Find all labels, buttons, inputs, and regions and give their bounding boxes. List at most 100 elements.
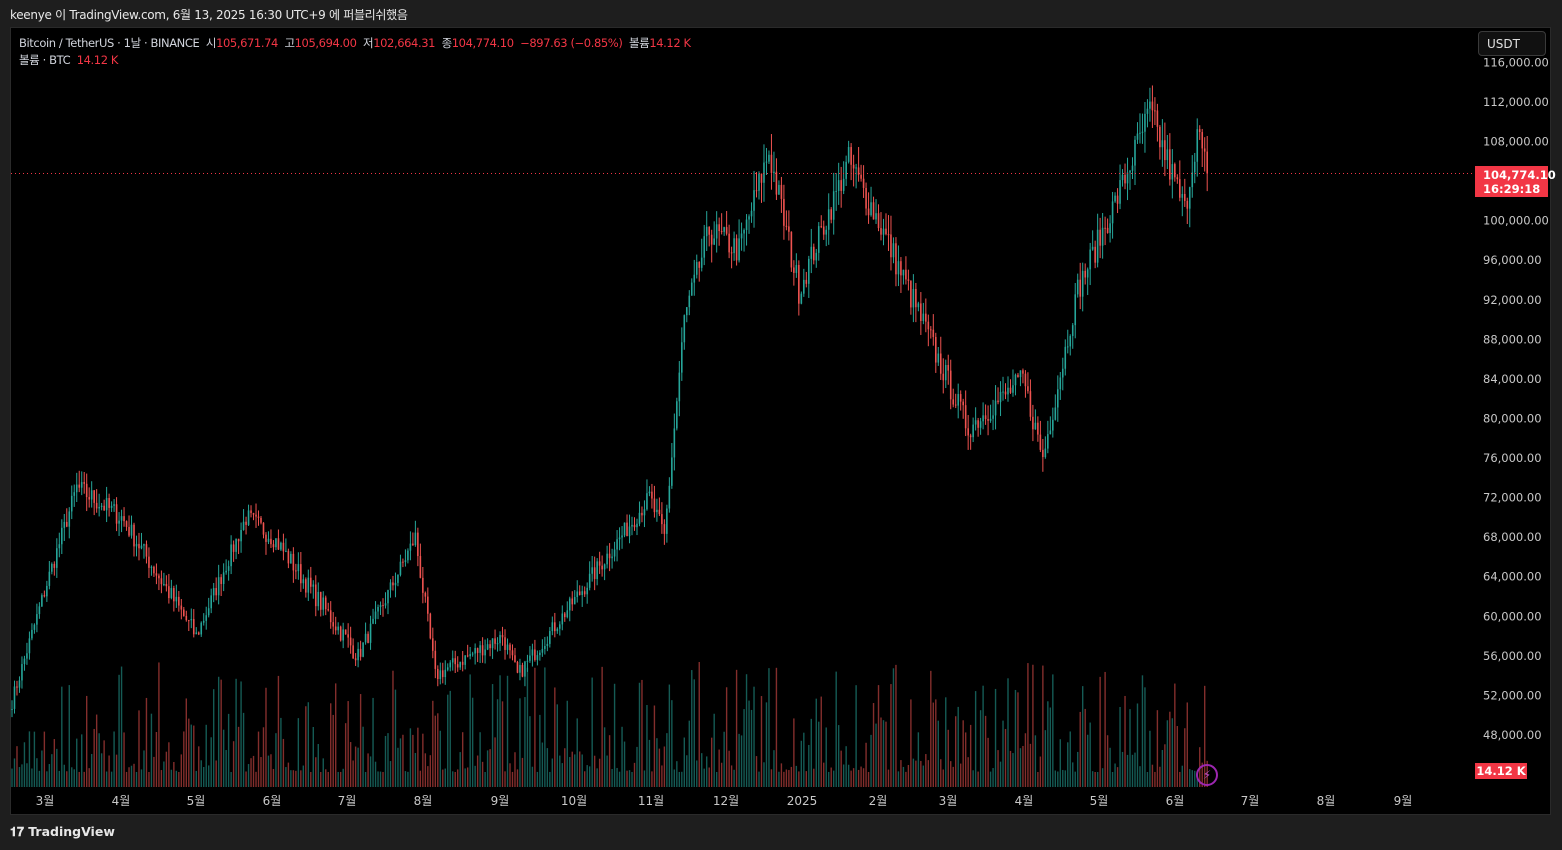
volume-bar: [23, 742, 26, 787]
lightning-icon[interactable]: ⚡: [1196, 764, 1218, 786]
candle-body: [902, 269, 905, 276]
volume-bar: [710, 737, 713, 787]
currency-button[interactable]: USDT: [1478, 31, 1546, 56]
volume-bar: [1099, 676, 1101, 787]
volume-bar: [33, 731, 36, 787]
candle-body: [1106, 227, 1109, 233]
candle-body: [63, 521, 66, 528]
high-value: 105,694.00: [294, 36, 357, 50]
volume-indicator-label[interactable]: 볼륨 · BTC: [19, 53, 71, 67]
symbol-name[interactable]: Bitcoin / TetherUS · 1날 · BINANCE: [19, 36, 200, 50]
volume-bar: [150, 713, 153, 787]
volume-bar: [1191, 770, 1193, 787]
volume-bar: [1124, 695, 1126, 787]
candle-body: [1049, 430, 1052, 435]
candle-body: [1044, 448, 1047, 458]
volume-bar: [1146, 771, 1149, 787]
candle-body: [586, 587, 588, 595]
volume-bar: [895, 664, 897, 787]
candle-body: [554, 622, 556, 632]
candle-body: [536, 655, 539, 660]
y-axis-label: 52,000.00: [1483, 688, 1542, 702]
candle-body: [546, 643, 549, 647]
candle-body: [145, 544, 148, 557]
candle-body: [105, 498, 108, 511]
volume-bar: [601, 666, 603, 787]
volume-bar: [90, 753, 93, 787]
volume-bar: [790, 766, 793, 787]
candle-body: [944, 364, 947, 381]
candle-body: [1146, 108, 1149, 114]
candle-body: [1091, 246, 1094, 250]
bar-countdown: 16:29:18: [1483, 182, 1541, 196]
candlestick-chart[interactable]: 116,000.00 112,000.00 108,000.00 100,000.00…: [11, 28, 1552, 816]
candle-body: [840, 180, 842, 191]
chart-panel[interactable]: 116,000.00 112,000.00 108,000.00 100,000.00…: [10, 27, 1556, 816]
candle-body: [887, 234, 890, 236]
x-axis-label: 8월: [414, 794, 433, 808]
volume-bar: [653, 705, 656, 787]
volume-bar: [616, 767, 618, 787]
candle-body: [942, 373, 945, 381]
volume-bar: [676, 761, 678, 787]
candle-body: [422, 577, 424, 593]
volume-bar: [633, 762, 636, 787]
candle-body: [1071, 325, 1074, 337]
volume-bar: [38, 770, 41, 787]
candle-body: [31, 629, 33, 639]
candle-body: [703, 236, 706, 258]
candle-body: [1203, 148, 1206, 152]
candle-body: [217, 577, 220, 596]
y-axis-label: 72,000.00: [1483, 491, 1542, 505]
candle-body: [755, 190, 758, 192]
volume-bar: [1116, 767, 1119, 787]
candle-body: [596, 561, 598, 580]
volume-bar: [733, 769, 735, 787]
candle-body: [760, 173, 763, 183]
candle-body: [250, 510, 252, 513]
volume-bar: [1034, 735, 1037, 787]
candle-body: [815, 252, 818, 261]
candle-body: [464, 655, 466, 665]
candle-body: [775, 171, 778, 195]
volume-bar: [339, 771, 342, 787]
volume-bar: [486, 750, 489, 787]
candle-body: [170, 588, 173, 599]
candle-body: [424, 592, 427, 597]
volume-bar: [260, 757, 262, 787]
volume-bar: [805, 771, 808, 787]
candle-body: [1064, 346, 1067, 369]
candle-body: [1099, 229, 1101, 246]
candle-body: [51, 563, 53, 572]
candle-body: [481, 645, 484, 656]
tradingview-logo[interactable]: 𝟏𝟕 TradingView: [10, 824, 115, 840]
volume-bar: [613, 683, 616, 787]
candle-body: [334, 626, 337, 631]
volume-bar: [168, 742, 170, 787]
volume-bar: [1082, 686, 1084, 787]
volume-bar: [417, 727, 419, 787]
candle-body: [882, 228, 885, 235]
volume-bar: [1072, 762, 1074, 787]
candle-body: [1129, 170, 1131, 173]
candle-body: [910, 280, 912, 308]
volume-bar: [683, 737, 685, 787]
volume-bar: [394, 689, 397, 787]
volume-bar: [193, 725, 195, 787]
candle-body: [21, 664, 23, 681]
volume-bar: [292, 770, 295, 787]
candle-body: [623, 522, 626, 536]
volume-bar: [885, 721, 887, 787]
volume-bar: [536, 771, 539, 787]
candle-body: [678, 372, 681, 402]
candle-body: [715, 224, 718, 239]
candle-body: [280, 542, 282, 550]
volume-bar: [598, 758, 601, 787]
candle-body: [763, 162, 765, 183]
candle-body: [982, 415, 984, 422]
candle-body: [656, 509, 658, 513]
candle-body: [11, 708, 13, 710]
candle-body: [671, 457, 673, 486]
candle-body: [733, 238, 735, 254]
candle-body: [611, 556, 613, 559]
